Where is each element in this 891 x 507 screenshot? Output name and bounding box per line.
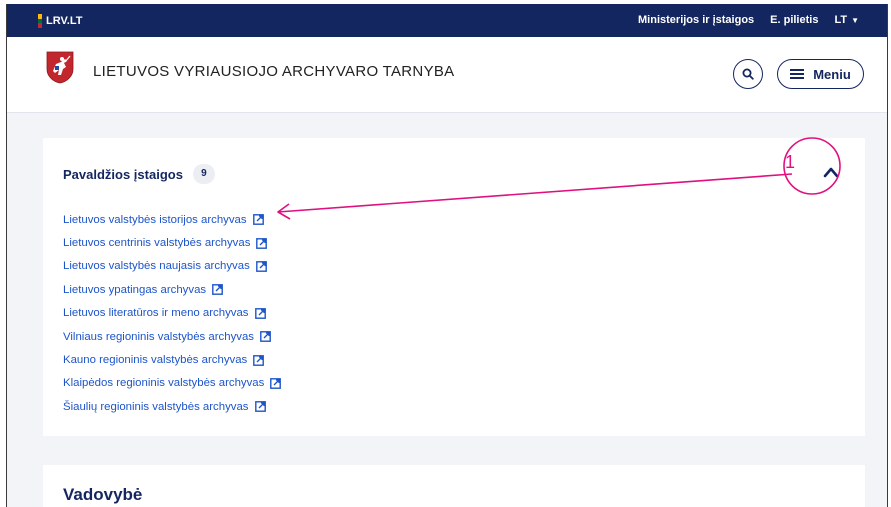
list-item: Kauno regioninis valstybės archyvas — [63, 348, 281, 371]
link-label: Lietuvos ypatingas archyvas — [63, 283, 207, 296]
list-item: Šiaulių regioninis valstybės archyvas — [63, 395, 281, 418]
external-link-icon — [212, 284, 224, 296]
annotation-number: 1 — [785, 152, 796, 172]
browser-frame: LRV.LT Ministerijos ir įstaigos E. pilie… — [6, 4, 888, 507]
external-link-icon — [255, 261, 267, 272]
institution-link[interactable]: Vilniaus regioninis valstybės archyvas — [63, 331, 271, 343]
external-link-icon — [254, 307, 266, 319]
list-item: Vilniaus regioninis valstybės archyvas — [63, 325, 281, 348]
subordinate-institutions-panel: Pavaldžios įstaigos 9 Lietuvos valstybės… — [43, 138, 865, 436]
leadership-panel: Vadovybė — [43, 465, 865, 507]
external-link-icon — [253, 354, 265, 366]
e-citizen-link[interactable]: E. pilietis — [770, 14, 818, 26]
link-label: Klaipėdos regioninis valstybės archyvas — [63, 377, 265, 390]
institution-link[interactable]: Lietuvos valstybės naujasis archyvas — [63, 260, 267, 272]
lithuanian-flag-icon — [38, 14, 42, 28]
link-label: Lietuvos valstybės naujasis archyvas — [63, 260, 250, 273]
search-icon — [742, 68, 754, 80]
link-label: Kauno regioninis valstybės archyvas — [63, 354, 248, 367]
list-item: Lietuvos valstybės naujasis archyvas — [63, 255, 281, 278]
institution-link[interactable]: Klaipėdos regioninis valstybės archyvas — [63, 377, 282, 390]
link-label: Vilniaus regioninis valstybės archyvas — [63, 330, 254, 343]
menu-label: Meniu — [813, 66, 851, 82]
link-label: Lietuvos literatūros ir meno archyvas — [63, 307, 249, 320]
external-link-icon — [270, 378, 282, 389]
list-item: Lietuvos valstybės istorijos archyvas — [63, 208, 281, 231]
institution-link[interactable]: Lietuvos ypatingas archyvas — [63, 283, 224, 296]
panel-title: Pavaldžios įstaigos — [63, 166, 183, 182]
site-title[interactable]: LIETUVOS VYRIAUSIOJO ARCHYVARO TARNYBA — [93, 63, 454, 80]
site-header: LIETUVOS VYRIAUSIOJO ARCHYVARO TARNYBA M… — [7, 37, 887, 113]
leadership-title[interactable]: Vadovybė — [63, 485, 142, 505]
institution-link[interactable]: Lietuvos valstybės istorijos archyvas — [63, 214, 264, 226]
external-link-icon — [252, 214, 264, 226]
count-badge: 9 — [192, 164, 215, 184]
coat-of-arms-icon — [46, 51, 74, 84]
institution-link[interactable]: Kauno regioninis valstybės archyvas — [63, 354, 265, 367]
external-link-icon — [256, 237, 268, 249]
external-link-icon — [260, 331, 271, 343]
institution-link[interactable]: Lietuvos centrinis valstybės archyvas — [63, 237, 268, 250]
lrv-brand-link[interactable]: LRV.LT — [38, 14, 82, 28]
hamburger-icon — [790, 69, 805, 79]
caret-down-icon: ▼ — [851, 16, 859, 25]
search-button[interactable] — [733, 59, 763, 89]
panel-header[interactable]: Pavaldžios įstaigos 9 — [63, 164, 215, 184]
brand-label: LRV.LT — [46, 15, 83, 27]
top-bar: LRV.LT Ministerijos ir įstaigos E. pilie… — [7, 4, 887, 37]
chevron-up-icon[interactable] — [823, 165, 839, 179]
link-label: Lietuvos valstybės istorijos archyvas — [63, 213, 247, 226]
institution-link[interactable]: Šiaulių regioninis valstybės archyvas — [63, 401, 266, 413]
language-selector[interactable]: LT ▼ — [834, 14, 859, 26]
list-item: Lietuvos ypatingas archyvas — [63, 278, 281, 301]
external-link-icon — [254, 401, 266, 413]
list-item: Lietuvos literatūros ir meno archyvas — [63, 302, 281, 325]
institutions-list: Lietuvos valstybės istorijos archyvas Li… — [63, 208, 282, 419]
institution-link[interactable]: Lietuvos literatūros ir meno archyvas — [63, 307, 266, 319]
link-label: Šiaulių regioninis valstybės archyvas — [63, 400, 249, 413]
language-label: LT — [834, 14, 848, 26]
ministries-link[interactable]: Ministerijos ir įstaigos — [638, 14, 754, 26]
list-item: Klaipėdos regioninis valstybės archyvas — [63, 372, 282, 395]
list-item: Lietuvos centrinis valstybės archyvas — [63, 231, 281, 254]
link-label: Lietuvos centrinis valstybės archyvas — [63, 237, 251, 250]
menu-button[interactable]: Meniu — [777, 59, 864, 89]
